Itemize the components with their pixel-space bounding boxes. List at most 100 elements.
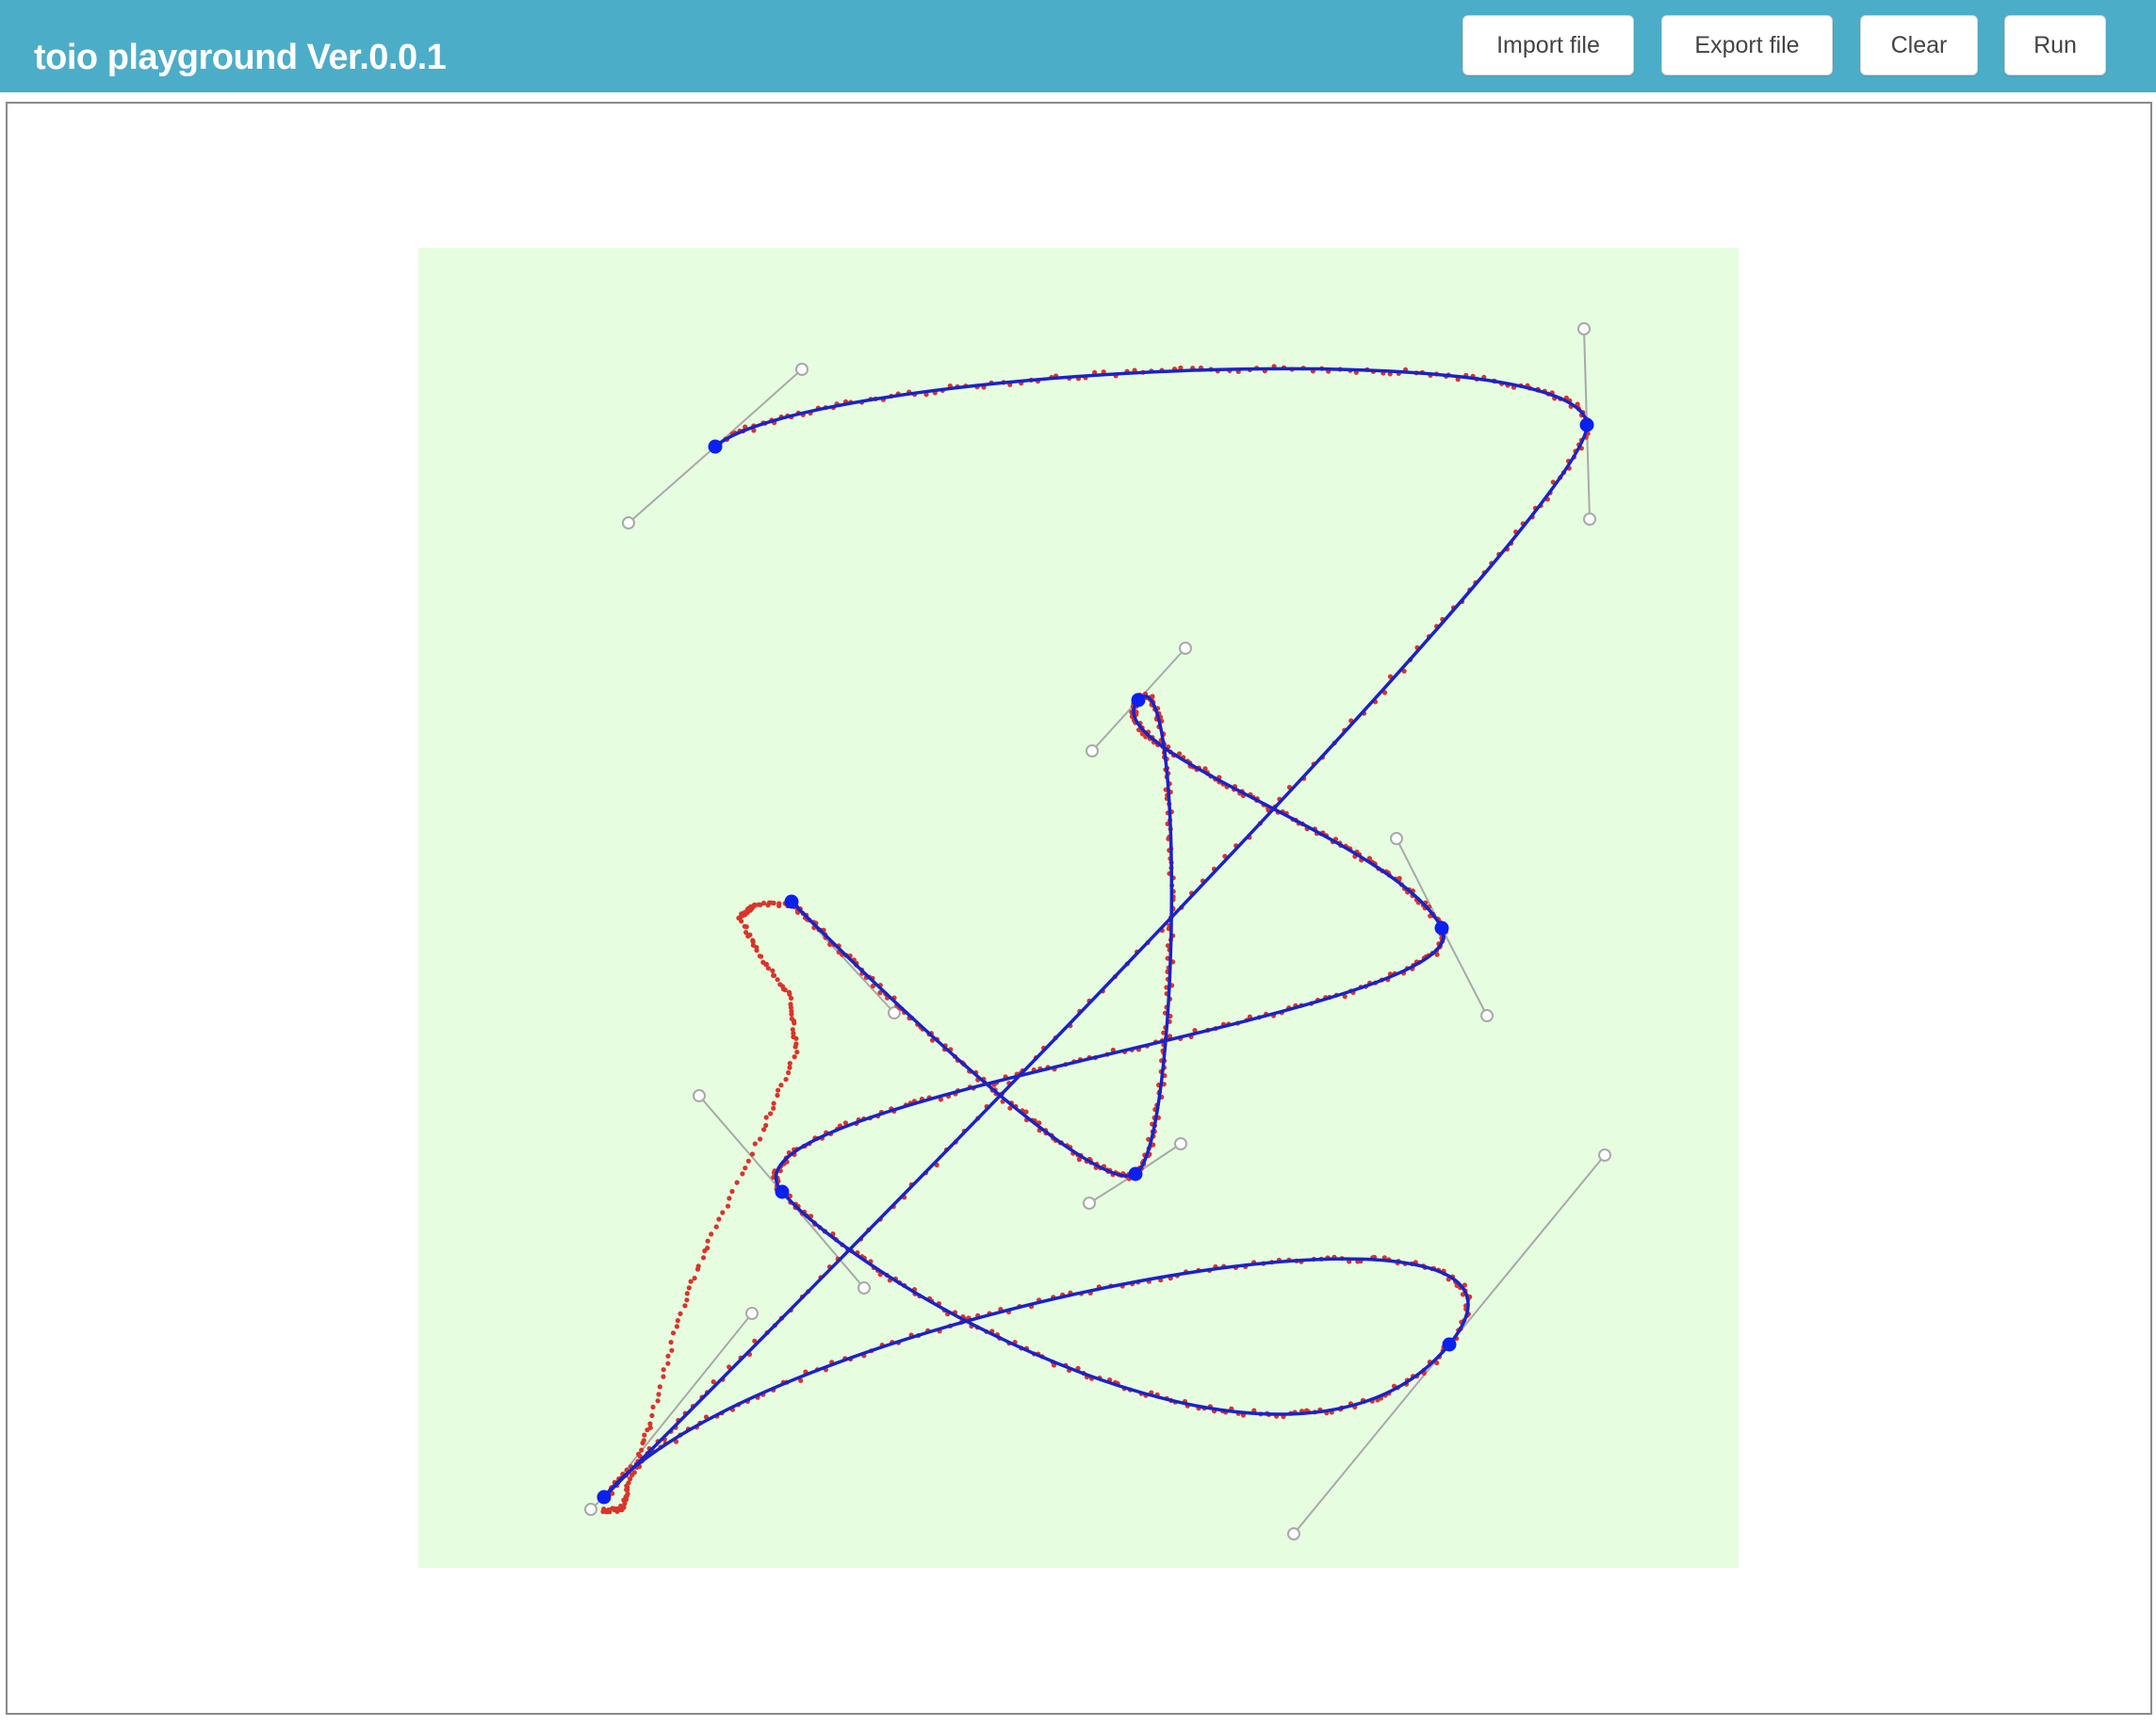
control-handle[interactable]	[795, 363, 808, 376]
anchor-8[interactable]	[1128, 1166, 1143, 1181]
trace-dot	[655, 1398, 661, 1404]
trace-dot	[783, 1077, 789, 1083]
trace-dot	[669, 1347, 675, 1353]
trace-dot	[705, 1238, 710, 1244]
control-handle[interactable]	[1179, 642, 1192, 655]
control-handle[interactable]	[745, 1307, 759, 1320]
trace-dot	[788, 1002, 793, 1007]
trace-dot	[758, 1136, 763, 1142]
trace-dot	[776, 903, 782, 909]
control-handle[interactable]	[1287, 1527, 1300, 1540]
anchor-3[interactable]	[596, 1490, 612, 1505]
trace-dot	[752, 1141, 758, 1147]
trace-dot	[761, 900, 767, 906]
trace-dot	[625, 1485, 630, 1491]
anchor-6[interactable]	[1434, 921, 1449, 936]
trace-dot	[674, 1324, 680, 1329]
trace-dot	[725, 1203, 731, 1209]
control-handle[interactable]	[1577, 322, 1591, 335]
trace-dot	[636, 1451, 642, 1457]
anchor-1[interactable]	[708, 439, 723, 454]
trace-dot	[657, 1384, 662, 1390]
control-handle[interactable]	[693, 1089, 706, 1102]
trace-dot	[775, 1092, 780, 1099]
trace-dot	[770, 968, 776, 973]
trace-dot	[641, 1438, 646, 1443]
control-handle[interactable]	[1390, 832, 1403, 845]
trace-dot	[786, 1069, 792, 1076]
trace-dot	[692, 1276, 697, 1281]
trace-dot	[684, 1297, 690, 1303]
trace-dot	[625, 1491, 630, 1497]
control-handle[interactable]	[1598, 1149, 1611, 1162]
play-mat-canvas[interactable]	[0, 0, 2156, 1722]
anchor-7[interactable]	[1131, 692, 1146, 708]
trace-dot	[793, 1041, 799, 1047]
trace-dot	[675, 1318, 680, 1324]
trace-dot	[709, 1231, 714, 1237]
trace-dot	[745, 1158, 752, 1164]
trace-dot	[763, 1115, 769, 1120]
trace-dot	[668, 1340, 674, 1345]
trace-dot	[742, 923, 747, 929]
trace-dot	[678, 1311, 683, 1316]
anchor-2[interactable]	[1579, 417, 1594, 432]
trace-dot	[713, 1224, 719, 1230]
trace-dot	[639, 1447, 645, 1453]
trace-dot	[776, 1087, 781, 1093]
trace-dot	[760, 959, 766, 965]
trace-dot	[768, 1111, 774, 1116]
anchor-9[interactable]	[784, 894, 799, 909]
trace-dot	[621, 1505, 627, 1510]
trace-dot	[727, 1196, 732, 1201]
trace-dot	[661, 1374, 666, 1379]
trace-dot	[647, 1421, 653, 1426]
control-handle[interactable]	[1086, 744, 1099, 758]
trace-dot	[642, 1432, 647, 1438]
trace-dot	[763, 1122, 769, 1129]
trace-dot	[688, 1279, 694, 1284]
trace-dot	[792, 1054, 797, 1060]
trace-dot	[705, 1246, 710, 1251]
trace-dot	[771, 1105, 776, 1111]
control-handle[interactable]	[858, 1281, 871, 1295]
control-handle[interactable]	[584, 1503, 597, 1516]
trace-dot	[716, 1216, 722, 1222]
trace-dot	[656, 1392, 662, 1397]
trace-dot	[650, 1404, 656, 1409]
trace-dot	[787, 1061, 792, 1067]
trace-dot	[789, 1016, 795, 1021]
trace-dot	[743, 930, 749, 936]
trace-dot	[740, 1171, 745, 1177]
trace-dot	[670, 1330, 677, 1336]
trace-dot	[743, 1165, 748, 1171]
trace-dot	[631, 1470, 637, 1475]
trace-dot	[771, 900, 776, 906]
anchor-4[interactable]	[1442, 1337, 1457, 1352]
trace-dot	[759, 953, 764, 959]
trace-dot	[684, 1291, 690, 1296]
control-handle[interactable]	[622, 516, 635, 530]
control-handle[interactable]	[1480, 1009, 1494, 1022]
trace-dot	[790, 1027, 795, 1033]
trace-dot	[787, 1065, 792, 1070]
trace-dot	[665, 1360, 671, 1366]
trace-dot	[778, 1083, 784, 1088]
control-handle[interactable]	[1174, 1137, 1187, 1150]
trace-dot	[771, 1100, 776, 1106]
trace-dot	[682, 1303, 688, 1309]
trace-dot	[794, 1050, 800, 1055]
trace-dot	[771, 972, 776, 978]
trace-dot	[777, 982, 783, 987]
control-handle[interactable]	[1083, 1197, 1096, 1210]
trace-dot	[700, 1255, 707, 1261]
trace-dot	[649, 1412, 655, 1419]
trace-dot	[750, 937, 756, 943]
trace-dot	[734, 1180, 740, 1185]
trace-dot	[720, 1210, 726, 1215]
control-handle[interactable]	[1583, 513, 1596, 526]
trace-dot	[686, 1285, 692, 1291]
anchor-5[interactable]	[775, 1184, 790, 1199]
trace-dot	[695, 1263, 701, 1269]
trace-dot	[665, 1353, 671, 1359]
